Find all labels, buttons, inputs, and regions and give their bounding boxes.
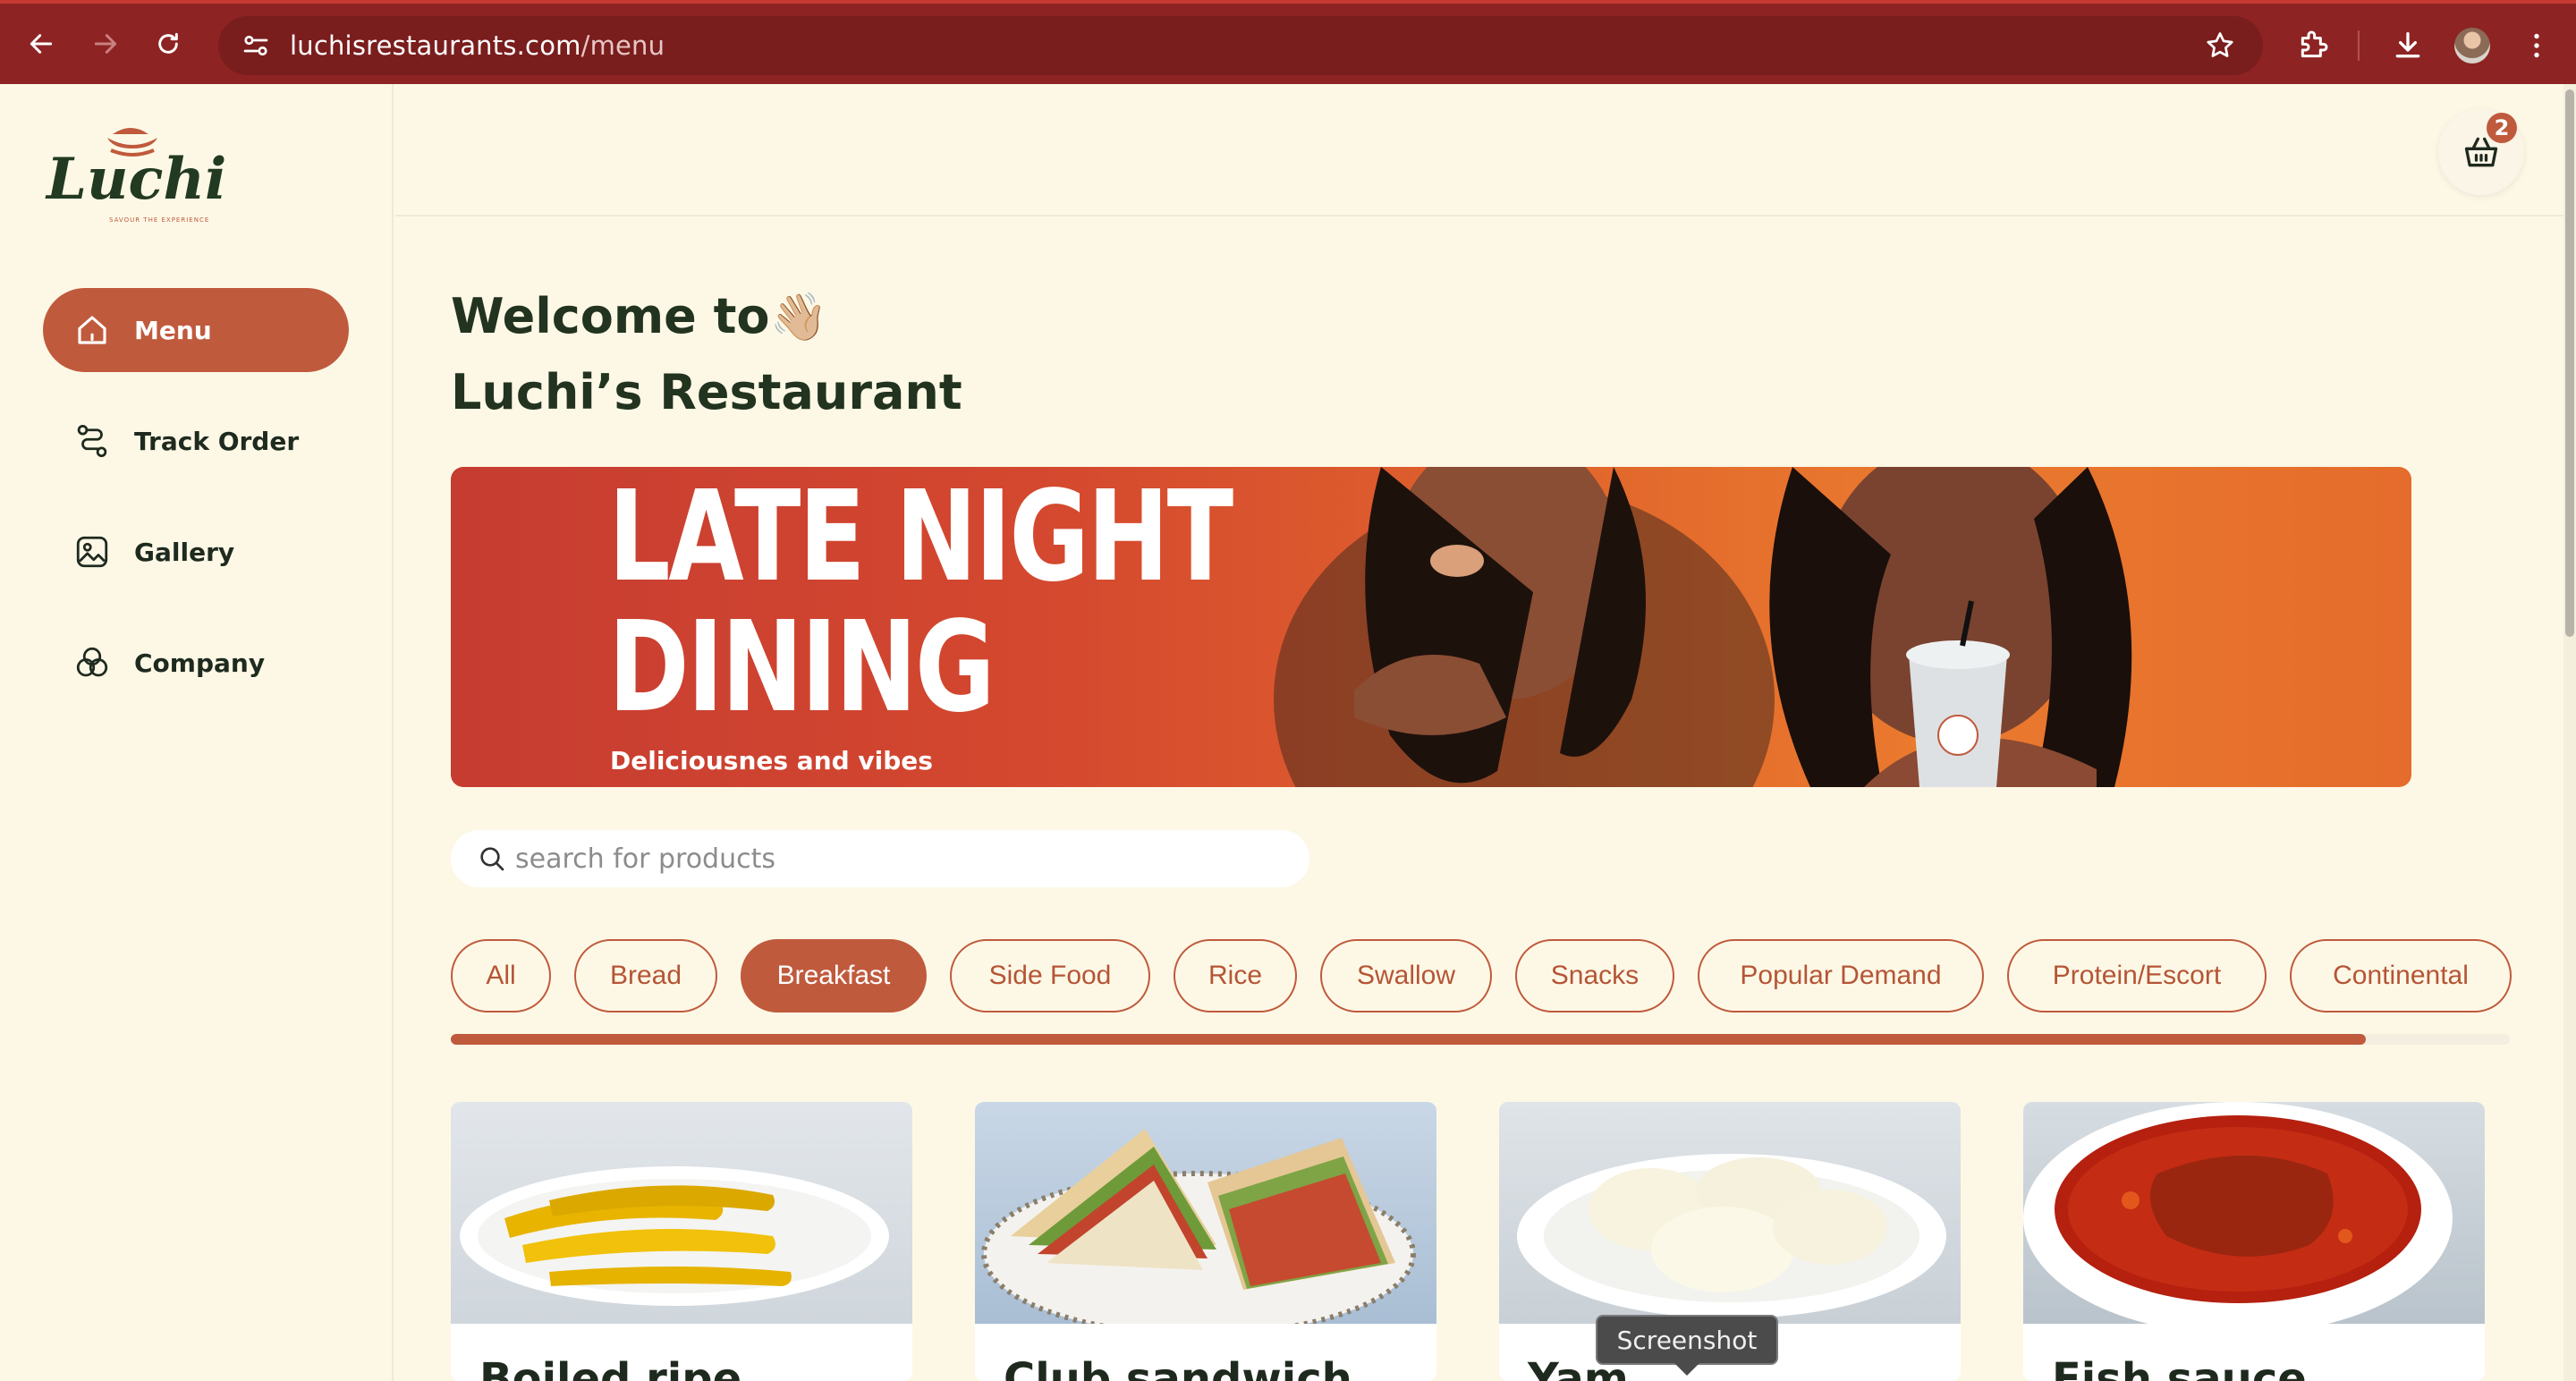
extensions-button[interactable] <box>2295 23 2331 68</box>
back-icon <box>30 34 53 54</box>
search-icon <box>480 847 504 871</box>
product-image-fish-sauce <box>2023 1102 2485 1324</box>
star-icon[interactable] <box>2204 30 2236 62</box>
category-chip-bread[interactable]: Bread <box>574 939 717 1012</box>
category-chip-all[interactable]: All <box>451 939 551 1012</box>
more-menu-button[interactable] <box>2521 23 2553 68</box>
product-name: Fish sauce <box>2052 1354 2307 1381</box>
cart-count-badge: 2 <box>2487 113 2517 143</box>
category-chip-protein-escort[interactable]: Protein/Escort <box>2007 939 2267 1012</box>
restaurant-name: Luchi’s Restaurant <box>451 364 962 420</box>
category-chip-snacks[interactable]: Snacks <box>1515 939 1674 1012</box>
banner-title: LATE NIGHT DINING <box>608 467 1233 741</box>
sidebar: Luchi's SAVOUR THE EXPERIENCE Menu Track… <box>0 84 394 1381</box>
image-icon <box>73 533 111 571</box>
extensions-icon <box>2301 30 2328 58</box>
site-settings-icon[interactable] <box>240 30 272 62</box>
product-image-boiled-plantain <box>451 1102 912 1324</box>
banner-title-line-1: LATE NIGHT <box>608 467 1233 610</box>
browser-toolbar: luchisrestaurants.com/menu <box>0 0 2576 84</box>
profile-button[interactable] <box>2454 23 2490 68</box>
toolbar-divider <box>2358 30 2360 61</box>
screenshot-tooltip: Screenshot <box>1596 1315 1778 1365</box>
reload-icon <box>158 32 178 54</box>
product-card[interactable]: Boiled ripe <box>451 1102 912 1381</box>
svg-text:Luchi's: Luchi's <box>45 146 231 213</box>
category-chip-side-food[interactable]: Side Food <box>950 939 1150 1012</box>
address-bar[interactable]: luchisrestaurants.com/menu <box>218 16 2263 75</box>
downloads-button[interactable] <box>2390 23 2426 68</box>
welcome-heading: Welcome to👋🏼 Luchi’s Restaurant <box>451 279 962 430</box>
back-button[interactable] <box>20 22 63 65</box>
more-menu-icon <box>2534 33 2539 58</box>
sidebar-item-label: Company <box>134 648 266 678</box>
sidebar-item-company[interactable]: Company <box>43 621 349 705</box>
product-image-club-sandwich <box>975 1102 1436 1324</box>
home-icon <box>73 311 111 349</box>
reload-button[interactable] <box>147 22 190 65</box>
tooltip-arrow <box>1674 1363 1699 1376</box>
forward-icon <box>94 34 117 54</box>
wave-emoji: 👋🏼 <box>769 291 828 344</box>
luchis-logo[interactable]: Luchi's SAVOUR THE EXPERIENCE <box>43 113 231 229</box>
category-filter-bar: All Bread Breakfast Side Food Rice Swall… <box>451 939 2512 1012</box>
sidebar-item-label: Track Order <box>134 426 300 456</box>
sidebar-item-menu[interactable]: Menu <box>43 288 349 372</box>
product-search[interactable] <box>451 830 1309 887</box>
category-chip-continental[interactable]: Continental <box>2290 939 2512 1012</box>
sidebar-item-gallery[interactable]: Gallery <box>43 510 349 594</box>
product-image-boiled-yam <box>1499 1102 1961 1324</box>
product-name: Club sandwich <box>1004 1354 1352 1381</box>
sidebar-item-label: Gallery <box>134 537 235 567</box>
svg-text:SAVOUR THE EXPERIENCE: SAVOUR THE EXPERIENCE <box>109 216 209 224</box>
category-scroll-thumb[interactable] <box>451 1034 2366 1045</box>
route-icon <box>73 422 111 460</box>
banner-subtitle: Deliciousnes and vibes <box>610 746 933 775</box>
product-card[interactable]: Club sandwich <box>975 1102 1436 1381</box>
top-bar <box>395 84 2576 216</box>
category-chip-popular-demand[interactable]: Popular Demand <box>1698 939 1984 1012</box>
product-name: Boiled ripe <box>479 1354 742 1381</box>
circles-icon <box>73 644 111 682</box>
url-domain: luchisrestaurants.com <box>290 30 581 61</box>
sidebar-item-track-order[interactable]: Track Order <box>43 399 349 483</box>
search-input[interactable] <box>515 843 1284 875</box>
category-chip-swallow[interactable]: Swallow <box>1320 939 1492 1012</box>
profile-avatar <box>2454 28 2490 64</box>
welcome-line-1: Welcome to <box>451 288 770 344</box>
download-icon <box>2395 32 2420 58</box>
banner-title-line-2: DINING <box>608 595 996 741</box>
url-path: /menu <box>580 30 665 61</box>
category-chip-breakfast[interactable]: Breakfast <box>741 939 927 1012</box>
page-scrollbar-thumb[interactable] <box>2565 89 2574 637</box>
sidebar-item-label: Menu <box>134 315 212 345</box>
forward-button[interactable] <box>84 22 127 65</box>
category-chip-rice[interactable]: Rice <box>1174 939 1297 1012</box>
url-text[interactable]: luchisrestaurants.com/menu <box>290 30 665 61</box>
promo-banner[interactable]: LATE NIGHT DINING Deliciousnes and vibes <box>451 467 2411 787</box>
product-card[interactable]: Fish sauce <box>2023 1102 2485 1381</box>
